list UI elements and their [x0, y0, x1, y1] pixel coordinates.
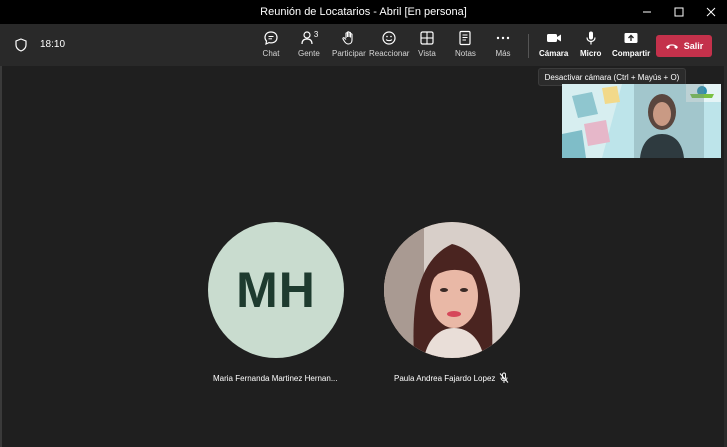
people-count: 3: [313, 30, 319, 39]
more-button[interactable]: Más: [494, 30, 512, 62]
title-bar: Reunión de Locatarios - Abril [En person…: [0, 0, 727, 24]
hang-up-icon: [665, 44, 678, 49]
profile-photo: [384, 222, 520, 358]
more-icon: [494, 30, 512, 46]
share-button[interactable]: Compartir: [612, 30, 650, 62]
window-title: Reunión de Locatarios - Abril [En person…: [260, 6, 467, 18]
leave-label: Salir: [683, 41, 704, 51]
self-video-preview[interactable]: [562, 84, 721, 158]
react-label: Reaccionar: [369, 49, 410, 58]
camera-label: Cámara: [539, 49, 569, 58]
raise-hand-button[interactable]: Participar: [332, 30, 366, 62]
view-label: Vista: [418, 49, 436, 58]
toolbar-divider: [528, 34, 529, 58]
close-icon[interactable]: [695, 0, 727, 24]
people-label: Gente: [298, 49, 320, 58]
microphone-icon: [582, 30, 600, 46]
chat-label: Chat: [262, 49, 280, 58]
video-frame: [562, 84, 721, 158]
notes-button[interactable]: Notas: [455, 30, 476, 62]
chat-button[interactable]: Chat: [262, 30, 280, 62]
mic-off-icon: [499, 372, 509, 383]
shield-icon: [15, 38, 27, 52]
avatar-initials: MH: [236, 262, 316, 318]
people-button[interactable]: 3 Gente: [298, 30, 320, 62]
notes-icon: [456, 30, 474, 46]
camera-icon: [545, 30, 563, 46]
leave-button[interactable]: Salir: [656, 35, 712, 57]
share-screen-icon: [622, 30, 640, 46]
mic-button[interactable]: Micro: [580, 30, 601, 62]
grid-icon: [418, 30, 436, 46]
more-label: Más: [495, 49, 511, 58]
window-edge-left: [0, 24, 2, 447]
view-button[interactable]: Vista: [418, 30, 436, 62]
participant-avatar-initials: MH: [208, 222, 344, 358]
camera-button[interactable]: Cámara: [539, 30, 568, 62]
minimize-icon[interactable]: [631, 0, 663, 24]
hand-icon: [340, 30, 358, 46]
notes-label: Notas: [455, 49, 476, 58]
people-icon: 3: [300, 30, 318, 46]
chat-icon: [262, 30, 280, 46]
participant-avatar-photo: [384, 222, 520, 358]
mic-label: Micro: [580, 49, 602, 58]
meeting-timer: 18:10: [40, 39, 66, 50]
react-button[interactable]: Reaccionar: [369, 30, 409, 62]
maximize-icon[interactable]: [663, 0, 695, 24]
share-label: Compartir: [612, 49, 651, 58]
raise-hand-label: Participar: [332, 49, 366, 58]
emoji-icon: [380, 30, 398, 46]
participant-name: Maria Fernanda Martinez Hernan...: [213, 374, 338, 383]
window-controls: [631, 0, 727, 24]
participant-name: Paula Andrea Fajardo Lopez: [394, 374, 496, 383]
meeting-toolbar: 18:10 Chat 3 Gente Participar Reaccionar…: [0, 24, 727, 66]
